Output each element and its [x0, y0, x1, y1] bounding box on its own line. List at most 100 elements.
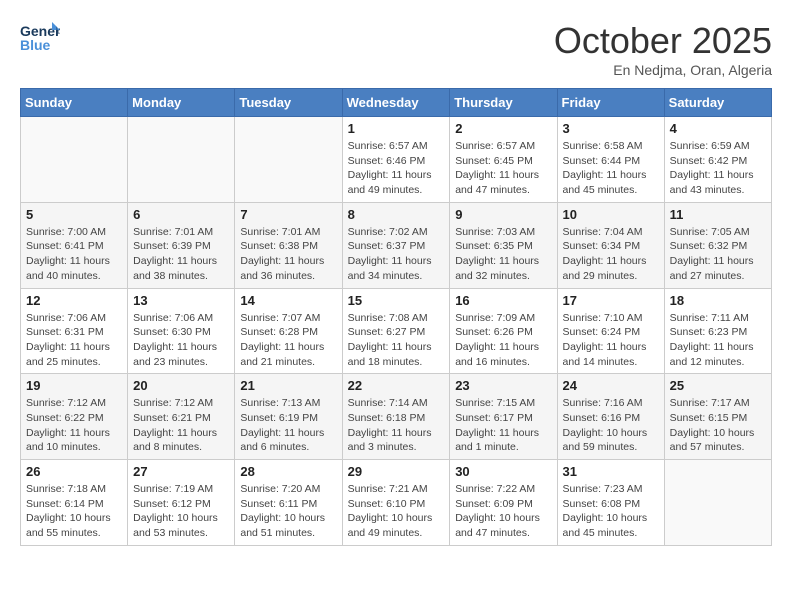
- calendar-cell: 16Sunrise: 7:09 AM Sunset: 6:26 PM Dayli…: [450, 288, 557, 374]
- calendar: SundayMondayTuesdayWednesdayThursdayFrid…: [20, 88, 772, 546]
- calendar-cell: 26 Sunrise: 7:18 AM Sunset: 6:14 PM Dayli…: [21, 460, 128, 546]
- day-info: Sunrise: 7:20 AM Sunset: 6:11 PM Dayligh…: [240, 482, 336, 541]
- calendar-cell: 19Sunrise: 7:12 AM Sunset: 6:22 PM Dayli…: [21, 374, 128, 460]
- calendar-cell: [128, 117, 235, 203]
- calendar-cell: 12Sunrise: 7:06 AM Sunset: 6:31 PM Dayli…: [21, 288, 128, 374]
- day-number: 22: [348, 378, 445, 393]
- day-number: 12: [26, 293, 122, 308]
- page-header: General Blue October 2025 En Nedjma, Ora…: [20, 20, 772, 78]
- weekday-header-row: SundayMondayTuesdayWednesdayThursdayFrid…: [21, 89, 772, 117]
- day-info: Sunrise: 7:19 AM Sunset: 6:12 PM Dayligh…: [133, 482, 229, 541]
- day-info: Sunrise: 7:02 AM Sunset: 6:37 PM Dayligh…: [348, 225, 445, 284]
- calendar-cell: 6 Sunrise: 7:01 AM Sunset: 6:39 PM Daylig…: [128, 202, 235, 288]
- calendar-week-row: 26 Sunrise: 7:18 AM Sunset: 6:14 PM Dayli…: [21, 460, 772, 546]
- day-number: 6: [133, 207, 229, 222]
- subtitle: En Nedjma, Oran, Algeria: [554, 62, 772, 78]
- day-number: 24: [563, 378, 659, 393]
- calendar-week-row: 1Sunrise: 6:57 AM Sunset: 6:46 PM Daylig…: [21, 117, 772, 203]
- day-info: Sunrise: 7:12 AM Sunset: 6:22 PM Dayligh…: [26, 396, 122, 455]
- day-info: Sunrise: 7:13 AM Sunset: 6:19 PM Dayligh…: [240, 396, 336, 455]
- weekday-header: Tuesday: [235, 89, 342, 117]
- day-info: Sunrise: 7:21 AM Sunset: 6:10 PM Dayligh…: [348, 482, 445, 541]
- calendar-cell: 29 Sunrise: 7:21 AM Sunset: 6:10 PM Dayli…: [342, 460, 450, 546]
- day-number: 8: [348, 207, 445, 222]
- weekday-header: Friday: [557, 89, 664, 117]
- calendar-cell: 1Sunrise: 6:57 AM Sunset: 6:46 PM Daylig…: [342, 117, 450, 203]
- day-info: Sunrise: 7:15 AM Sunset: 6:17 PM Dayligh…: [455, 396, 551, 455]
- day-info: Sunrise: 7:16 AM Sunset: 6:16 PM Dayligh…: [563, 396, 659, 455]
- calendar-cell: 14Sunrise: 7:07 AM Sunset: 6:28 PM Dayli…: [235, 288, 342, 374]
- calendar-cell: 22 Sunrise: 7:14 AM Sunset: 6:18 PM Dayli…: [342, 374, 450, 460]
- day-info: Sunrise: 7:08 AM Sunset: 6:27 PM Dayligh…: [348, 311, 445, 370]
- weekday-header: Wednesday: [342, 89, 450, 117]
- calendar-cell: 5 Sunrise: 7:00 AM Sunset: 6:41 PM Daylig…: [21, 202, 128, 288]
- calendar-cell: 27 Sunrise: 7:19 AM Sunset: 6:12 PM Dayli…: [128, 460, 235, 546]
- day-number: 29: [348, 464, 445, 479]
- day-number: 16: [455, 293, 551, 308]
- day-number: 1: [348, 121, 445, 136]
- day-info: Sunrise: 7:06 AM Sunset: 6:30 PM Dayligh…: [133, 311, 229, 370]
- day-info: Sunrise: 7:10 AM Sunset: 6:24 PM Dayligh…: [563, 311, 659, 370]
- day-number: 31: [563, 464, 659, 479]
- day-info: Sunrise: 7:22 AM Sunset: 6:09 PM Dayligh…: [455, 482, 551, 541]
- calendar-week-row: 19Sunrise: 7:12 AM Sunset: 6:22 PM Dayli…: [21, 374, 772, 460]
- calendar-week-row: 12Sunrise: 7:06 AM Sunset: 6:31 PM Dayli…: [21, 288, 772, 374]
- day-number: 25: [670, 378, 766, 393]
- day-number: 26: [26, 464, 122, 479]
- day-info: Sunrise: 7:01 AM Sunset: 6:38 PM Dayligh…: [240, 225, 336, 284]
- calendar-cell: 10Sunrise: 7:04 AM Sunset: 6:34 PM Dayli…: [557, 202, 664, 288]
- day-number: 10: [563, 207, 659, 222]
- calendar-cell: 8 Sunrise: 7:02 AM Sunset: 6:37 PM Daylig…: [342, 202, 450, 288]
- day-number: 15: [348, 293, 445, 308]
- day-number: 7: [240, 207, 336, 222]
- day-info: Sunrise: 7:03 AM Sunset: 6:35 PM Dayligh…: [455, 225, 551, 284]
- title-block: October 2025 En Nedjma, Oran, Algeria: [554, 20, 772, 78]
- calendar-cell: 9 Sunrise: 7:03 AM Sunset: 6:35 PM Daylig…: [450, 202, 557, 288]
- calendar-cell: 25 Sunrise: 7:17 AM Sunset: 6:15 PM Dayli…: [664, 374, 771, 460]
- day-number: 23: [455, 378, 551, 393]
- day-number: 18: [670, 293, 766, 308]
- calendar-cell: 24 Sunrise: 7:16 AM Sunset: 6:16 PM Dayli…: [557, 374, 664, 460]
- day-info: Sunrise: 7:00 AM Sunset: 6:41 PM Dayligh…: [26, 225, 122, 284]
- day-info: Sunrise: 7:18 AM Sunset: 6:14 PM Dayligh…: [26, 482, 122, 541]
- logo-icon: General Blue: [20, 20, 60, 55]
- svg-text:Blue: Blue: [20, 37, 51, 53]
- calendar-cell: 11 Sunrise: 7:05 AM Sunset: 6:32 PM Dayli…: [664, 202, 771, 288]
- day-number: 27: [133, 464, 229, 479]
- day-number: 4: [670, 121, 766, 136]
- day-number: 11: [670, 207, 766, 222]
- day-info: Sunrise: 7:05 AM Sunset: 6:32 PM Dayligh…: [670, 225, 766, 284]
- calendar-cell: 3Sunrise: 6:58 AM Sunset: 6:44 PM Daylig…: [557, 117, 664, 203]
- calendar-cell: 23 Sunrise: 7:15 AM Sunset: 6:17 PM Dayli…: [450, 374, 557, 460]
- day-info: Sunrise: 7:01 AM Sunset: 6:39 PM Dayligh…: [133, 225, 229, 284]
- day-info: Sunrise: 7:23 AM Sunset: 6:08 PM Dayligh…: [563, 482, 659, 541]
- day-info: Sunrise: 7:12 AM Sunset: 6:21 PM Dayligh…: [133, 396, 229, 455]
- day-info: Sunrise: 7:17 AM Sunset: 6:15 PM Dayligh…: [670, 396, 766, 455]
- calendar-cell: 31 Sunrise: 7:23 AM Sunset: 6:08 PM Dayli…: [557, 460, 664, 546]
- day-number: 9: [455, 207, 551, 222]
- calendar-cell: 13 Sunrise: 7:06 AM Sunset: 6:30 PM Dayli…: [128, 288, 235, 374]
- day-number: 21: [240, 378, 336, 393]
- calendar-cell: 2Sunrise: 6:57 AM Sunset: 6:45 PM Daylig…: [450, 117, 557, 203]
- weekday-header: Saturday: [664, 89, 771, 117]
- day-number: 14: [240, 293, 336, 308]
- day-number: 2: [455, 121, 551, 136]
- calendar-cell: 17Sunrise: 7:10 AM Sunset: 6:24 PM Dayli…: [557, 288, 664, 374]
- calendar-cell: [21, 117, 128, 203]
- day-number: 30: [455, 464, 551, 479]
- calendar-cell: 15 Sunrise: 7:08 AM Sunset: 6:27 PM Dayli…: [342, 288, 450, 374]
- day-number: 13: [133, 293, 229, 308]
- calendar-cell: 4 Sunrise: 6:59 AM Sunset: 6:42 PM Daylig…: [664, 117, 771, 203]
- weekday-header: Thursday: [450, 89, 557, 117]
- day-number: 3: [563, 121, 659, 136]
- day-number: 28: [240, 464, 336, 479]
- day-info: Sunrise: 6:59 AM Sunset: 6:42 PM Dayligh…: [670, 139, 766, 198]
- calendar-cell: 28 Sunrise: 7:20 AM Sunset: 6:11 PM Dayli…: [235, 460, 342, 546]
- day-number: 20: [133, 378, 229, 393]
- calendar-cell: 21 Sunrise: 7:13 AM Sunset: 6:19 PM Dayli…: [235, 374, 342, 460]
- logo: General Blue: [20, 20, 64, 55]
- day-info: Sunrise: 7:14 AM Sunset: 6:18 PM Dayligh…: [348, 396, 445, 455]
- weekday-header: Sunday: [21, 89, 128, 117]
- day-number: 5: [26, 207, 122, 222]
- day-info: Sunrise: 7:11 AM Sunset: 6:23 PM Dayligh…: [670, 311, 766, 370]
